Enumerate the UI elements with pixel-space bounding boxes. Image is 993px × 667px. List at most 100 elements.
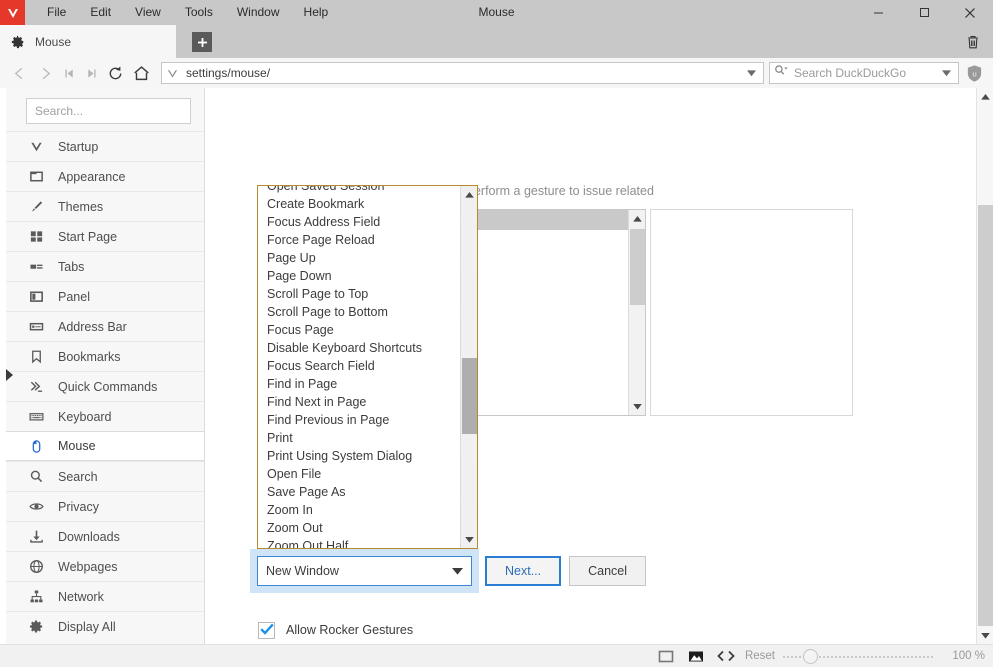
sidebar-item-quick-commands[interactable]: Quick Commands bbox=[6, 371, 204, 401]
sidebar-item-network[interactable]: Network bbox=[6, 581, 204, 611]
dropdown-item[interactable]: Save Page As bbox=[258, 483, 462, 501]
sidebar-item-label: Themes bbox=[58, 199, 104, 214]
dropdown-item[interactable]: Find Previous in Page bbox=[258, 411, 462, 429]
sidebar-item-themes[interactable]: Themes bbox=[6, 191, 204, 221]
dropdown-scrollbar[interactable] bbox=[460, 186, 477, 548]
chevron-down-icon[interactable] bbox=[743, 69, 759, 77]
dropdown-item[interactable]: Create Bookmark bbox=[258, 195, 462, 213]
sidebar-item-label: Webpages bbox=[58, 559, 118, 574]
zoom-slider-handle[interactable] bbox=[803, 649, 818, 664]
minimize-button[interactable] bbox=[855, 0, 901, 25]
chevron-down-icon[interactable] bbox=[938, 69, 954, 77]
command-list-scroll-thumb[interactable] bbox=[630, 229, 645, 305]
triangle-up-icon[interactable] bbox=[977, 88, 993, 105]
sidebar-item-mouse[interactable]: Mouse bbox=[6, 431, 204, 461]
dropdown-item[interactable]: Find in Page bbox=[258, 375, 462, 393]
dropdown-item[interactable]: Focus Address Field bbox=[258, 213, 462, 231]
allow-rocker-gestures-label[interactable]: Allow Rocker Gestures bbox=[286, 621, 686, 640]
gesture-command-select[interactable]: New Window bbox=[257, 556, 472, 586]
next-button[interactable]: Next... bbox=[485, 556, 562, 586]
triangle-up-icon[interactable] bbox=[629, 210, 645, 227]
dropdown-item[interactable]: Print Using System Dialog bbox=[258, 447, 462, 465]
dropdown-scroll-thumb[interactable] bbox=[462, 358, 477, 434]
triangle-down-icon[interactable] bbox=[977, 627, 993, 644]
shield-icon[interactable]: ʊ bbox=[961, 60, 987, 86]
back-button[interactable] bbox=[6, 60, 32, 86]
triangle-down-icon[interactable] bbox=[629, 398, 646, 415]
close-button[interactable] bbox=[947, 0, 993, 25]
menu-bar: File Edit View Tools Window Help bbox=[35, 0, 340, 25]
dropdown-item[interactable]: Force Page Reload bbox=[258, 231, 462, 249]
menu-view[interactable]: View bbox=[123, 0, 173, 25]
tab-mouse[interactable]: Mouse bbox=[0, 25, 176, 58]
forward-button[interactable] bbox=[32, 60, 58, 86]
dropdown-item[interactable]: Find Next in Page bbox=[258, 393, 462, 411]
sidebar-item-start-page[interactable]: Start Page bbox=[6, 221, 204, 251]
tiling-icon[interactable] bbox=[651, 645, 681, 667]
sidebar-item-label: Mouse bbox=[58, 439, 96, 453]
dropdown-item[interactable]: Print bbox=[258, 429, 462, 447]
expand-arrow-icon[interactable] bbox=[6, 368, 13, 381]
sidebar-item-panel[interactable]: Panel bbox=[6, 281, 204, 311]
command-list-scrollbar[interactable] bbox=[628, 210, 645, 415]
image-icon[interactable] bbox=[681, 645, 711, 667]
trash-icon[interactable] bbox=[961, 30, 985, 54]
zoom-reset-button[interactable]: Reset bbox=[745, 650, 775, 662]
new-tab-button[interactable] bbox=[192, 32, 212, 52]
dropdown-item[interactable]: Focus Page bbox=[258, 321, 462, 339]
sidebar-item-tabs[interactable]: Tabs bbox=[6, 251, 204, 281]
sidebar-item-privacy[interactable]: Privacy bbox=[6, 491, 204, 521]
code-icon[interactable] bbox=[711, 645, 741, 667]
sidebar-item-downloads[interactable]: Downloads bbox=[6, 521, 204, 551]
sidebar-item-startup[interactable]: Startup bbox=[6, 131, 204, 161]
dropdown-item[interactable]: Scroll Page to Top bbox=[258, 285, 462, 303]
gesture-command-dropdown-list[interactable]: Open Saved Session Create Bookmark Focus… bbox=[257, 185, 478, 549]
page-scroll-thumb[interactable] bbox=[978, 205, 993, 626]
dropdown-item[interactable]: Focus Search Field bbox=[258, 357, 462, 375]
triangle-up-icon[interactable] bbox=[461, 186, 477, 203]
rewind-button[interactable] bbox=[58, 60, 80, 86]
mouse-icon bbox=[28, 438, 45, 455]
reload-button[interactable] bbox=[102, 60, 128, 86]
sidebar-item-address-bar[interactable]: Address Bar bbox=[6, 311, 204, 341]
dropdown-item[interactable]: Page Up bbox=[258, 249, 462, 267]
cancel-button[interactable]: Cancel bbox=[569, 556, 647, 586]
maximize-button[interactable] bbox=[901, 0, 947, 25]
menu-edit[interactable]: Edit bbox=[78, 0, 123, 25]
address-bar[interactable]: settings/mouse/ bbox=[161, 62, 764, 84]
fast-forward-button[interactable] bbox=[80, 60, 102, 86]
dropdown-item[interactable]: Zoom Out bbox=[258, 519, 462, 537]
search-field[interactable]: Search DuckDuckGo bbox=[769, 62, 959, 84]
gear-icon bbox=[10, 34, 26, 50]
globe-icon bbox=[28, 558, 45, 575]
sidebar-item-bookmarks[interactable]: Bookmarks bbox=[6, 341, 204, 371]
allow-rocker-gestures-checkbox[interactable] bbox=[258, 622, 275, 639]
dropdown-item[interactable]: Page Down bbox=[258, 267, 462, 285]
dropdown-item[interactable]: Scroll Page to Bottom bbox=[258, 303, 462, 321]
dropdown-item[interactable]: Zoom In bbox=[258, 501, 462, 519]
sidebar-item-display-all[interactable]: Display All bbox=[6, 611, 204, 641]
gesture-preview-area[interactable] bbox=[650, 209, 853, 416]
menu-tools[interactable]: Tools bbox=[173, 0, 225, 25]
menu-window[interactable]: Window bbox=[225, 0, 292, 25]
triangle-down-icon[interactable] bbox=[461, 531, 477, 548]
dropdown-item[interactable]: Open Saved Session bbox=[258, 186, 462, 195]
sidebar-item-keyboard[interactable]: Keyboard bbox=[6, 401, 204, 431]
menu-help[interactable]: Help bbox=[292, 0, 341, 25]
sidebar-item-appearance[interactable]: Appearance bbox=[6, 161, 204, 191]
menu-file[interactable]: File bbox=[35, 0, 78, 25]
sidebar-item-label: Bookmarks bbox=[58, 349, 121, 364]
home-button[interactable] bbox=[128, 60, 154, 86]
dropdown-item[interactable]: Open File bbox=[258, 465, 462, 483]
page-scrollbar[interactable] bbox=[976, 88, 993, 644]
tab-title: Mouse bbox=[35, 34, 72, 49]
sidebar-item-label: Privacy bbox=[58, 499, 99, 514]
sidebar-item-search[interactable]: Search bbox=[6, 461, 204, 491]
dropdown-item[interactable]: Zoom Out Half bbox=[258, 537, 462, 548]
brush-icon bbox=[28, 198, 45, 215]
sidebar-item-webpages[interactable]: Webpages bbox=[6, 551, 204, 581]
sidebar-search-input[interactable]: Search... bbox=[26, 98, 191, 124]
vivaldi-logo-icon[interactable] bbox=[0, 0, 25, 25]
zoom-slider[interactable] bbox=[783, 645, 933, 667]
dropdown-item[interactable]: Disable Keyboard Shortcuts bbox=[258, 339, 462, 357]
